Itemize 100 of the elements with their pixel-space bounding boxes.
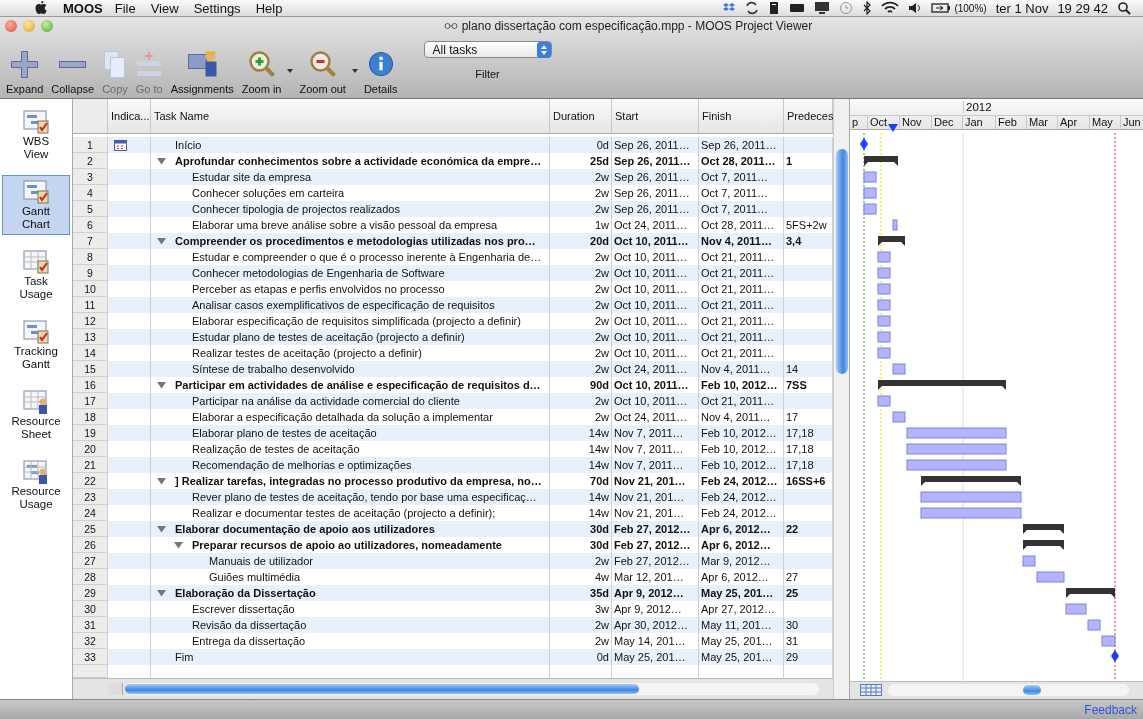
- disclosure-triangle-icon[interactable]: [157, 157, 166, 165]
- start-date-cell: Feb 27, 2012…: [612, 553, 699, 569]
- glasses-icon: [443, 22, 458, 30]
- menu-item[interactable]: File: [114, 0, 136, 16]
- caret-icon[interactable]: [351, 69, 358, 73]
- toolbar-button[interactable]: Zoom out: [295, 47, 350, 97]
- month-label: Feb: [996, 116, 1027, 129]
- task-usage-button[interactable]: Task Usage: [2, 245, 70, 305]
- row-number: 6: [73, 217, 108, 233]
- predecessors-cell: 5FS+2w: [786, 219, 827, 231]
- toolbar-button[interactable]: Collapse: [47, 47, 99, 97]
- task-row[interactable]: 25 Elaborar documentação de apoio aos utilizadores 30d Feb 27, 2012… Apr 6, 2012… 22: [73, 521, 833, 537]
- task-row[interactable]: 15 Síntese de trabalho desenvolvido 2w Oct 24, 2011… Nov 4, 2011… 14: [73, 361, 833, 377]
- app-menu[interactable]: MOOS: [63, 0, 103, 16]
- monitor-icon[interactable]: [814, 1, 831, 15]
- row-number: 12: [73, 313, 108, 329]
- duration-cell: 14w: [550, 425, 612, 441]
- task-name: Entrega da dissertação: [192, 635, 306, 647]
- task-name: Recomendação de melhorias e optimizações: [192, 459, 412, 471]
- wifi-icon[interactable]: [881, 1, 900, 15]
- disclosure-triangle-icon[interactable]: [174, 541, 183, 549]
- column-header[interactable]: Finish: [699, 99, 784, 133]
- gantt-chart-button[interactable]: Gantt Chart: [2, 175, 70, 235]
- volume-icon[interactable]: [908, 1, 923, 15]
- row-number: 20: [73, 441, 108, 457]
- task-bar: [877, 395, 891, 407]
- finish-date-cell: Feb 24, 2012…: [699, 489, 784, 505]
- display-icon[interactable]: [789, 2, 806, 14]
- filter-dropdown[interactable]: All tasks: [423, 41, 552, 58]
- task-name: Participar em actividades de análise e especificação de requisitos d…: [175, 379, 541, 391]
- battery-percentage: (100%): [954, 2, 987, 14]
- disclosure-triangle-icon[interactable]: [157, 589, 166, 597]
- disclosure-triangle-icon[interactable]: [157, 237, 166, 245]
- task-row[interactable]: 17 Participar na análise da actividade comercial do cliente 2w Oct 10, 2011… Oct 21, 2011…: [73, 393, 833, 409]
- column-header[interactable]: Duration: [550, 99, 612, 133]
- task-row[interactable]: 7 Compreender os procedimentos e metodologias utilizadas nos pro… 20d Oct 10, 2011… Nov 4, 2011… 3,4: [73, 233, 833, 249]
- disclosure-triangle-icon[interactable]: [157, 525, 166, 533]
- disclosure-triangle-icon[interactable]: [157, 381, 166, 389]
- task-row[interactable]: 33 Fim 0d May 25, 201… May 25, 201… 29: [73, 649, 833, 665]
- vertical-scrollbar[interactable]: [833, 99, 849, 699]
- close-button[interactable]: [5, 20, 17, 32]
- task-row[interactable]: 19 Elaborar plano de testes de aceitação 14w Nov 7, 2011… Feb 10, 2012… 17,18: [73, 425, 833, 441]
- row-number: 13: [73, 329, 108, 345]
- view-icon: [22, 459, 50, 485]
- task-row[interactable]: 29 Elaboração da Dissertação 35d Apr 9, 2012… May 25, 201… 25: [73, 585, 833, 601]
- battery-icon[interactable]: [931, 2, 952, 14]
- resource-sheet-button[interactable]: Resource Sheet: [2, 385, 70, 445]
- toolbar-button[interactable]: Zoom in: [237, 47, 286, 97]
- caret-icon[interactable]: [287, 69, 294, 73]
- date-label: ter 1 Nov: [995, 0, 1049, 16]
- wbs-view-button[interactable]: WBS View: [2, 105, 70, 165]
- row-number: 3: [73, 169, 108, 185]
- duration-cell: 2w: [550, 201, 612, 217]
- column-header[interactable]: Start: [612, 99, 699, 133]
- table-view-icon[interactable]: [860, 684, 882, 697]
- predecessors-cell: 16SS+6: [786, 475, 826, 487]
- predecessors-cell: 30: [786, 619, 799, 631]
- start-date-cell: Nov 7, 2011…: [612, 425, 699, 441]
- task-row[interactable]: 13 Estudar plano de testes de aceitação (projecto a definir) 2w Oct 10, 2011… Oct 21, 2011…: [73, 329, 833, 345]
- splitter-handle[interactable]: [849, 99, 850, 699]
- duration-cell: 2w: [550, 553, 612, 569]
- task-row[interactable]: 5 Conhecer tipologia de projectos realizados 2w Sep 26, 2011… Oct 7, 2011…: [73, 201, 833, 217]
- task-row[interactable]: 11 Analisar casos exemplificativos de especificação de requisitos 2w Oct 10, 2011… Oct 21, 2011…: [73, 297, 833, 313]
- apple-icon[interactable]: [34, 0, 48, 16]
- document-icon[interactable]: [768, 1, 781, 15]
- task-row[interactable]: 31 Revisão da dissertação 2w Apr 30, 2012… May 11, 201… 30: [73, 617, 833, 633]
- tracking-gantt-button[interactable]: Tracking Gantt: [2, 315, 70, 375]
- toolbar-button[interactable]: Expand: [2, 47, 48, 97]
- task-row[interactable]: 27 Manuais de utilizador 2w Feb 27, 2012… Mar 9, 2012…: [73, 553, 833, 569]
- toolbar-button[interactable]: Details: [359, 47, 402, 97]
- search-icon[interactable]: [1117, 1, 1131, 15]
- task-row[interactable]: 23 Rever plano de testes de aceitação, tendo por base uma especificaç… 14w Nov 21, 201… Feb 24, 2012…: [73, 489, 833, 505]
- predecessors-cell: 1: [786, 155, 793, 167]
- start-date-cell: Oct 10, 2011…: [612, 393, 699, 409]
- column-header[interactable]: Indica...: [108, 99, 151, 133]
- horizontal-scrollbar[interactable]: [125, 683, 819, 695]
- finish-date-cell: Oct 7, 2011…: [699, 169, 784, 185]
- finish-date-cell: May 25, 201…: [699, 649, 784, 665]
- sync-icon[interactable]: [745, 1, 760, 15]
- bluetooth-icon[interactable]: [862, 1, 873, 15]
- horizontal-scrollbar[interactable]: [888, 684, 1129, 697]
- row-number: 17: [73, 393, 108, 409]
- clock-icon[interactable]: [839, 1, 854, 15]
- menu-item[interactable]: Help: [255, 0, 283, 16]
- finish-date-cell: Oct 21, 2011…: [699, 329, 784, 345]
- duration-cell: 20d: [550, 233, 612, 249]
- menu-item[interactable]: View: [150, 0, 179, 16]
- row-number: 18: [73, 409, 108, 425]
- task-row[interactable]: 1 Início 0d Sep 26, 2011… Sep 26, 2011…: [73, 137, 833, 153]
- predecessors-cell: 27: [786, 571, 799, 583]
- task-bar: [1022, 555, 1036, 567]
- toolbar-button[interactable]: Assignments: [166, 47, 238, 97]
- task-row[interactable]: 9 Conhecer metodologias de Engenharia de Software 2w Oct 10, 2011… Oct 21, 2011…: [73, 265, 833, 281]
- task-row[interactable]: 3 Estudar site da empresa 2w Sep 26, 2011… Oct 7, 2011…: [73, 169, 833, 185]
- duration-cell: 2w: [550, 169, 612, 185]
- resource-usage-button[interactable]: Resource Usage: [2, 455, 70, 515]
- menu-item[interactable]: Settings: [193, 0, 241, 16]
- task-row[interactable]: 21 Recomendação de melhorias e optimizações 14w Nov 7, 2011… Feb 10, 2012… 17,18: [73, 457, 833, 473]
- disclosure-triangle-icon[interactable]: [157, 477, 166, 485]
- column-header[interactable]: Task Name: [151, 99, 550, 133]
